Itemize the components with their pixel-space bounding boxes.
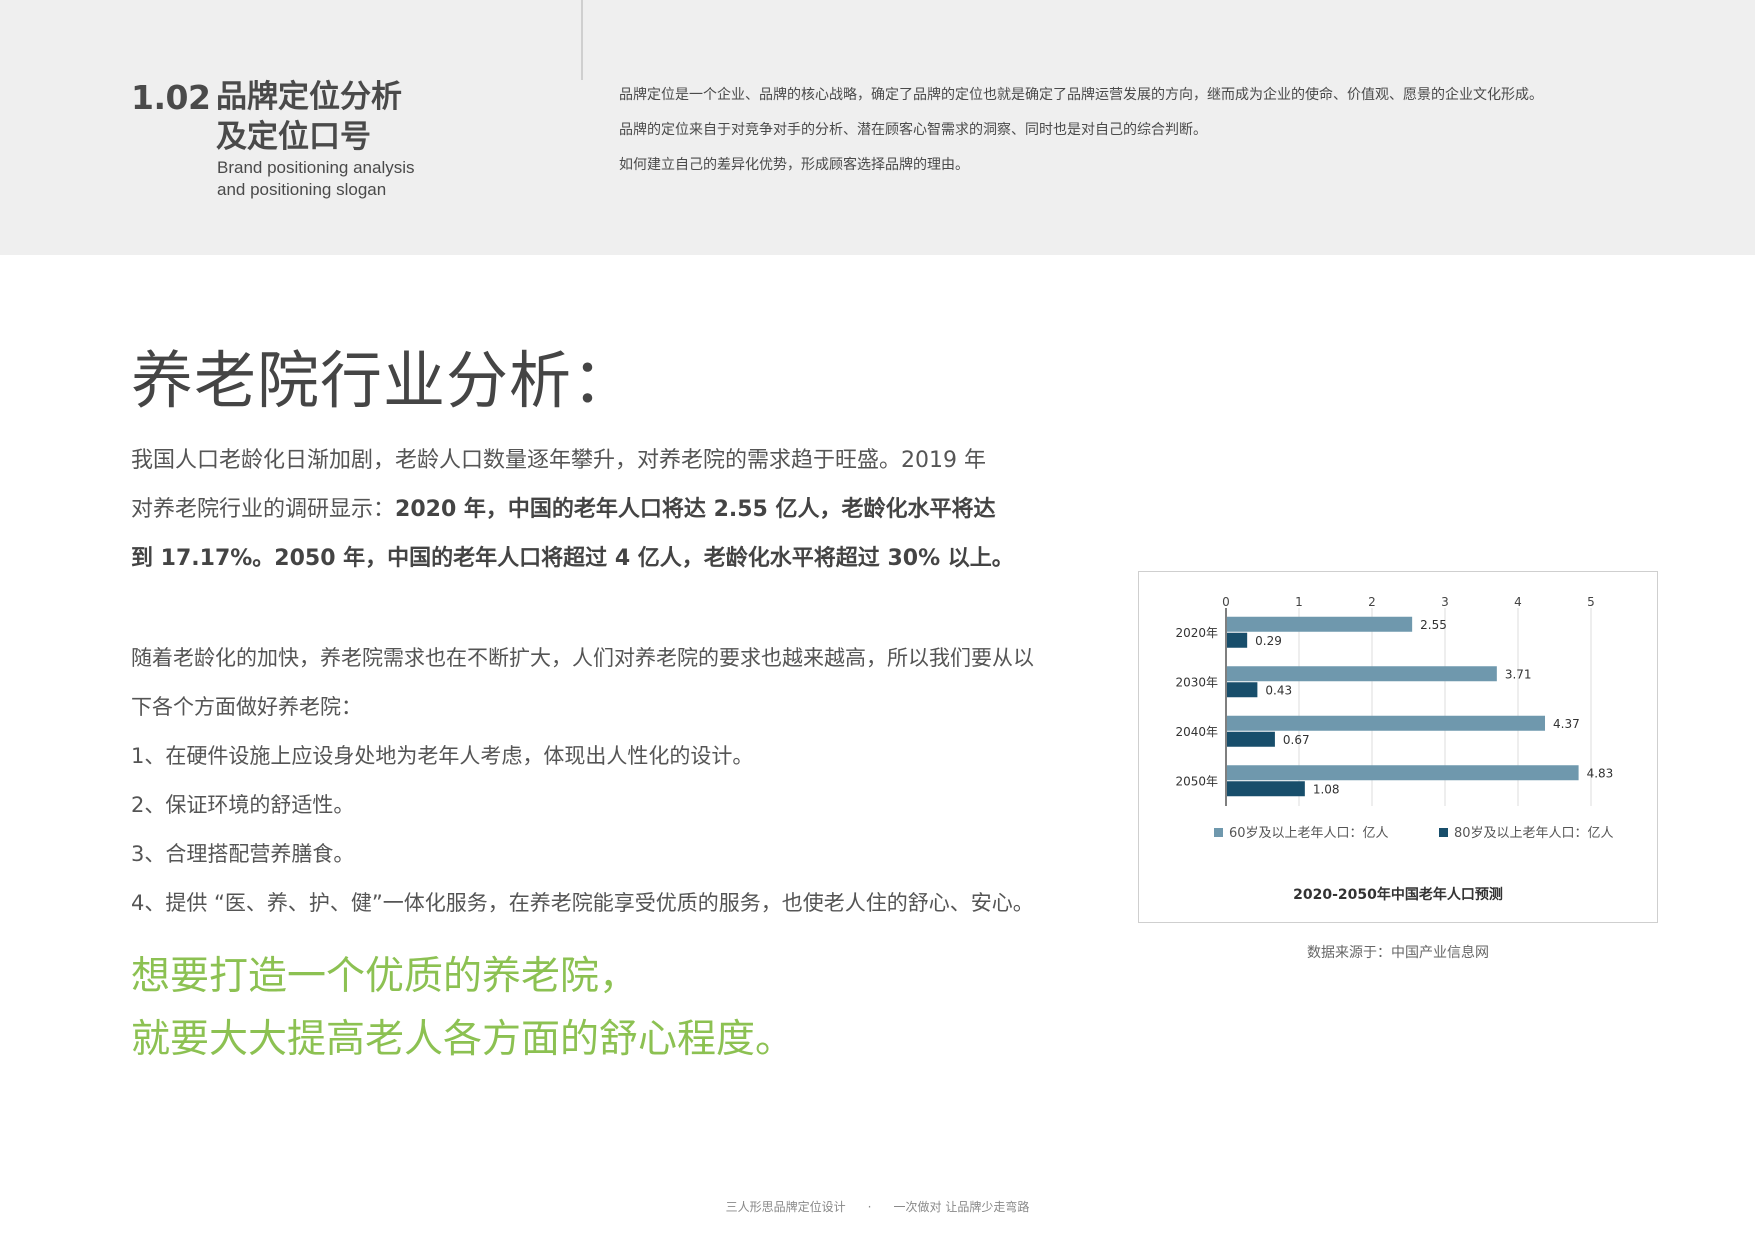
paragraph-1-line2-normal: 对养老院行业的调研显示： [131,497,396,522]
footer: 三人形思品牌定位设计 · 一次做对 让品牌少走弯路 [0,1198,1755,1215]
population-chart: 0 1 2 3 4 5 2020年 2.55 0.29 2030年 3.71 0.43 2040年 4.3… [1175,595,1614,903]
chart-data-label: 1.08 [1313,782,1340,796]
chart-bar [1227,632,1248,648]
section-title: 品牌定位分析 及定位口号 [216,77,402,157]
chart-category-label: 2030年 [1175,675,1218,689]
chart-bar [1227,682,1258,698]
list-item: 2、保证环境的舒适性。 [131,793,355,817]
chart-data-label: 0.43 [1265,683,1292,697]
paragraph-1-line2: 对养老院行业的调研显示：2020 年，中国的老年人口将达 2.55 亿人，老龄化… [131,485,1131,534]
chart-container: 0 1 2 3 4 5 2020年 2.55 0.29 2030年 3.71 0.43 2040年 4.3… [1138,571,1658,923]
chart-legend-swatch [1214,828,1223,837]
section-number: 1.02 [131,78,211,117]
chart-tick-label: 4 [1514,595,1522,609]
paragraph-2: 随着老龄化的加快，养老院需求也在不断扩大，人们对养老院的要求也越来越高，所以我们… [131,634,1131,928]
list-item: 4、提供 “医、养、护、健”一体化服务，在养老院能享受优质的服务，也使老人住的舒… [131,891,1034,915]
intro-line: 如何建立自己的差异化优势，形成顾客选择品牌的理由。 [619,157,969,173]
page-title: 养老院行业分析： [131,344,636,417]
paragraph-1: 我国人口老龄化日渐加剧，老龄人口数量逐年攀升，对养老院的需求趋于旺盛。2019 … [131,436,1131,583]
chart-bar [1227,765,1579,781]
chart-tick-label: 2 [1368,595,1376,609]
intro-line: 品牌的定位来自于对竞争对手的分析、潜在顾客心智需求的洞察、同时也是对自己的综合判… [619,122,1207,138]
paragraph-2-line2: 下各个方面做好养老院： [131,695,362,719]
footer-right: 一次做对 让品牌少走弯路 [893,1200,1030,1214]
intro-line: 品牌定位是一个企业、品牌的核心战略，确定了品牌的定位也就是确定了品牌运营发展的方… [619,87,1543,103]
chart-legend-label: 60岁及以上老年人口：亿人 [1229,826,1389,841]
chart-category-label: 2020年 [1175,626,1218,640]
chart-title: 2020-2050年中国老年人口预测 [1293,886,1503,903]
chart-category-label: 2050年 [1175,774,1218,788]
section-subtitle-en: Brand positioning analysis and positioni… [217,157,415,201]
intro-text: 品牌定位是一个企业、品牌的核心战略，确定了品牌的定位也就是确定了品牌运营发展的方… [619,78,1719,183]
chart-data-label: 3.71 [1505,667,1532,681]
paragraph-1-line2-bold: 2020 年，中国的老年人口将达 2.55 亿人，老龄化水平将达 [395,497,996,522]
list-item: 3、合理搭配营养膳食。 [131,842,355,866]
chart-category-label: 2040年 [1175,725,1218,739]
chart-tick-label: 3 [1441,595,1449,609]
chart-bar [1227,731,1275,747]
chart-legend-swatch [1439,828,1448,837]
chart-bar [1227,715,1546,731]
chart-source: 数据来源于：中国产业信息网 [1307,945,1489,961]
slogan-line1: 想要打造一个优质的养老院， [131,954,639,999]
section-subtitle-en-line1: Brand positioning analysis [217,158,415,177]
chart-tick-label: 5 [1587,595,1595,609]
chart-tick-label: 0 [1222,595,1230,609]
slogan-line2: 就要大大提高老人各方面的舒心程度。 [131,1017,795,1062]
paragraph-1-line3: 到 17.17%。2050 年，中国的老年人口将超过 4 亿人，老龄化水平将超过… [131,534,1131,583]
paragraph-2-line1: 随着老龄化的加快，养老院需求也在不断扩大，人们对养老院的要求也越来越高，所以我们… [131,646,1034,670]
chart-data-label: 0.67 [1283,733,1310,747]
footer-separator: · [867,1200,872,1214]
chart-bar [1227,781,1305,797]
paragraph-1-line1: 我国人口老龄化日渐加剧，老龄人口数量逐年攀升，对养老院的需求趋于旺盛。2019 … [131,448,986,473]
section-title-line2: 及定位口号 [216,119,371,155]
chart-bar [1227,616,1413,632]
section-title-line1: 品牌定位分析 [216,79,402,115]
chart-data-label: 2.55 [1420,618,1447,632]
chart-data-label: 4.37 [1553,717,1580,731]
chart-data-label: 4.83 [1587,766,1614,780]
section-subtitle-en-line2: and positioning slogan [217,180,387,199]
chart-data-label: 0.29 [1255,634,1282,648]
list-item: 1、在硬件设施上应设身处地为老年人考虑，体现出人性化的设计。 [131,744,754,768]
chart-legend-label: 80岁及以上老年人口：亿人 [1454,826,1614,841]
chart-tick-label: 1 [1295,595,1303,609]
paragraph-1-line3-bold: 到 17.17%。2050 年，中国的老年人口将超过 4 亿人，老龄化水平将超过… [131,546,1014,571]
chart-bar [1227,666,1497,682]
slogan: 想要打造一个优质的养老院， 就要大大提高老人各方面的舒心程度。 [131,945,794,1071]
header-divider [581,0,583,80]
footer-left: 三人形思品牌定位设计 [725,1200,846,1214]
